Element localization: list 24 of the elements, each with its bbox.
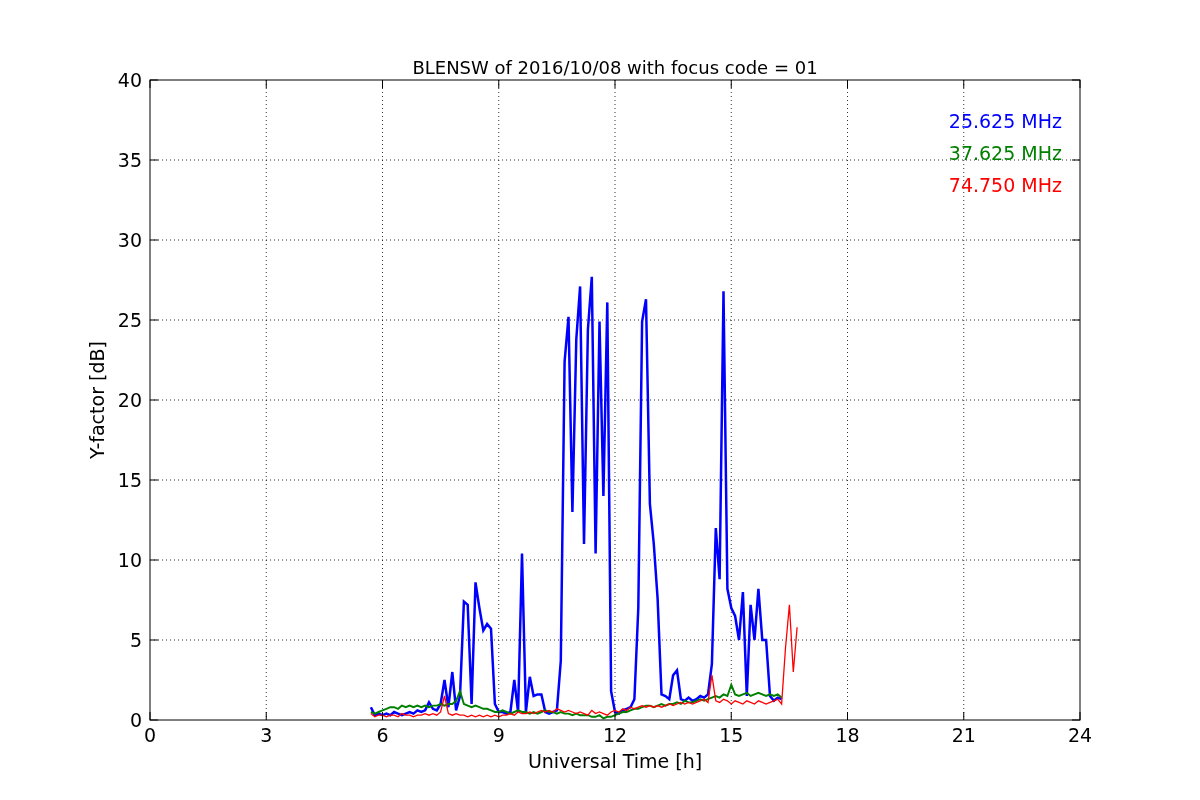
x-tick-label: 21 [951,724,976,746]
y-tick-label: 25 [117,309,142,331]
y-axis-label: Y-factor [dB] [86,341,108,459]
y-tick-label: 10 [117,549,142,571]
y-tick-label: 15 [117,469,142,491]
x-tick-label: 15 [719,724,744,746]
x-tick-label: 24 [1067,724,1093,746]
y-tick-label: 40 [117,69,142,91]
y-tick-label: 35 [117,149,142,171]
legend-label: 37.625 MHz [948,142,1062,164]
legend-label: 74.750 MHz [948,174,1062,196]
x-axis-label: Universal Time [h] [527,750,703,772]
y-tick-label: 30 [117,229,142,251]
x-tick-label: 9 [492,724,505,746]
x-tick-label: 18 [835,724,860,746]
x-tick-label: 0 [143,724,157,746]
x-tick-label: 3 [260,724,273,746]
y-tick-label: 20 [117,389,142,411]
x-tick-label: 6 [376,724,389,746]
y-tick-label: 5 [129,629,142,651]
legend-label: 25.625 MHz [948,110,1062,132]
y-tick-label: 0 [129,709,142,731]
x-tick-label: 12 [602,724,628,746]
chart-title: BLENSW of 2016/10/08 with focus code = 01 [412,57,818,78]
